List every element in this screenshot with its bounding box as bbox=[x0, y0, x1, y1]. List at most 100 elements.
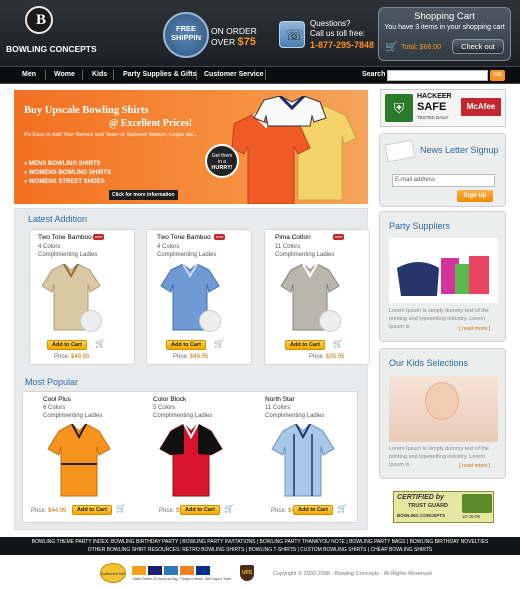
email-field[interactable]: E-mail address bbox=[392, 174, 495, 187]
search-input[interactable] bbox=[387, 70, 488, 81]
banner-bullet: » WOMENS STREET SHOES bbox=[24, 179, 105, 185]
cart-title[interactable]: Shopping Cart bbox=[379, 11, 510, 22]
ship-over: OVER bbox=[211, 37, 236, 47]
banner-subtitle: It's Easy to Add Your Names and Team or … bbox=[24, 132, 197, 138]
product-image[interactable] bbox=[270, 424, 336, 498]
ship-amount: $75 bbox=[237, 36, 256, 48]
add-to-cart-button[interactable]: Add to Cart bbox=[47, 340, 87, 350]
amex-icon bbox=[163, 566, 178, 575]
product-card[interactable]: Two Tone Bamboo new 4 Colors Complimenti… bbox=[29, 229, 135, 365]
authorize-net-seal[interactable]: Authorize.Net bbox=[100, 563, 126, 583]
add-to-cart-button[interactable]: Add to Cart bbox=[285, 340, 325, 350]
trust-guard-badge[interactable]: CERTIFIED by TRUST GUARD BOWLING CONCEPT… bbox=[393, 491, 494, 523]
nav-item-kids[interactable]: Kids bbox=[92, 67, 107, 83]
copyright-text: Copyright © 2002-2008 - Bowling Concepts… bbox=[273, 571, 432, 577]
party-suppliers-title[interactable]: Party Suppliers bbox=[389, 221, 450, 231]
mcafee-logo: McAfee bbox=[461, 98, 501, 116]
envelope-icon bbox=[384, 139, 416, 163]
cart-icon: 🛒 bbox=[385, 42, 398, 53]
hacker-safe-badge[interactable]: ⛨ HACKEER SAFE TESTED DAILY McAfee bbox=[380, 89, 506, 127]
search-go-button[interactable]: GO bbox=[490, 70, 505, 81]
product-card[interactable]: Pima Cotton new 11 Colors Complimenting … bbox=[264, 229, 370, 365]
party-suppliers-box: Party Suppliers Lorem Ipsum is simply du… bbox=[379, 211, 506, 342]
nav-item-women[interactable]: Wome bbox=[54, 67, 75, 83]
order-note: Order Online 24 Hours a Day, 7 Days a We… bbox=[132, 577, 232, 581]
kids-image[interactable] bbox=[389, 376, 498, 442]
product-price: Price: $48.95 bbox=[173, 354, 209, 360]
product-name[interactable]: Two Tone Bamboo bbox=[157, 234, 211, 241]
call-question: Questions? bbox=[310, 19, 351, 28]
footer-links-line2[interactable]: OTHER BOWLING SHIRT RESOURCES: RETRO BOW… bbox=[0, 547, 520, 553]
kids-selections-title[interactable]: Our Kids Selections bbox=[389, 358, 468, 368]
banner-more-button[interactable]: Click for more information bbox=[109, 190, 178, 200]
add-to-cart-button[interactable]: Add to Cart bbox=[293, 505, 333, 515]
product-colors: 5 Colors bbox=[153, 405, 176, 411]
product-colors: 4 Colors bbox=[38, 244, 61, 250]
trust-line1: CERTIFIED by bbox=[397, 494, 444, 501]
hacker-safe-line3: TESTED DAILY bbox=[417, 115, 449, 120]
party-read-more-link[interactable]: [ read more ] bbox=[459, 326, 490, 332]
product-name[interactable]: Pima Cotton bbox=[275, 234, 311, 241]
cart-message: You have 3 items in your shopping cart bbox=[384, 24, 505, 31]
cart-icon: 🛒 bbox=[214, 339, 224, 348]
banner-title-line2: @ Excellent Prices! bbox=[109, 118, 193, 129]
search-label: Search bbox=[362, 71, 386, 78]
product-name[interactable]: Color Block bbox=[153, 396, 186, 403]
product-price: Price: $44.95 bbox=[31, 508, 67, 514]
newsletter-title: News Letter Signup bbox=[420, 145, 499, 155]
product-ladies: Complimenting Ladies bbox=[275, 252, 335, 258]
product-image[interactable] bbox=[158, 424, 224, 498]
site-logo[interactable]: B BOWLING CONCEPTS bbox=[6, 4, 97, 62]
product-name[interactable]: Two Tone Bamboo bbox=[38, 234, 92, 241]
logo-mark: B bbox=[35, 12, 46, 28]
add-to-cart-button[interactable]: Add to Cart bbox=[166, 340, 206, 350]
promo-banner[interactable]: Buy Upscale Bowling Shirts @ Excellent P… bbox=[14, 90, 368, 204]
footer-links-line1[interactable]: BOWLING THEME PARTY INDEX: BOWLING BIRTH… bbox=[0, 539, 520, 545]
logo-emblem: B bbox=[25, 6, 53, 34]
hacker-safe-line2: SAFE bbox=[417, 101, 447, 113]
checkout-button[interactable]: Check out bbox=[452, 39, 504, 54]
product-image[interactable] bbox=[46, 424, 112, 498]
phone-number[interactable]: 1-877-295-7848 bbox=[310, 40, 374, 50]
trust-line2: TRUST GUARD bbox=[408, 503, 449, 509]
product-name[interactable]: Cool Plus bbox=[43, 396, 71, 403]
visa-icon bbox=[147, 566, 162, 575]
nav-item-men[interactable]: Men bbox=[22, 67, 36, 83]
trust-date: 10-26-08 bbox=[462, 514, 481, 519]
new-badge: new bbox=[93, 234, 105, 240]
shopping-cart-box: Shopping Cart You have 3 items in your s… bbox=[378, 7, 511, 61]
kids-selections-box: Our Kids Selections Lorem Ipsum is simpl… bbox=[379, 348, 506, 479]
cart-icon: 🛒 bbox=[95, 339, 105, 348]
product-colors: 11 Colors bbox=[265, 405, 291, 411]
nav-item-customer-service[interactable]: Customer Service bbox=[204, 67, 264, 83]
logo-text: BOWLING CONCEPTS bbox=[6, 44, 97, 54]
cart-icon: 🛒 bbox=[224, 504, 234, 513]
kids-read-more-link[interactable]: [ read more ] bbox=[459, 463, 490, 469]
party-image[interactable] bbox=[389, 238, 498, 303]
banner-title: Buy Upscale Bowling Shirts bbox=[24, 105, 149, 116]
site-header: B BOWLING CONCEPTS FREE SHIPPIN ON ORDER… bbox=[0, 0, 520, 66]
product-card[interactable]: Two Tone Bamboo new 4 Colors Complimenti… bbox=[146, 229, 252, 365]
payment-cards-icons bbox=[132, 566, 220, 575]
new-badge: new bbox=[214, 234, 226, 240]
paypal-icon bbox=[195, 566, 210, 575]
product-name[interactable]: North Star bbox=[265, 396, 295, 403]
product-ladies: Complimenting Ladies bbox=[157, 252, 217, 258]
product-ladies: Complimenting Ladies bbox=[153, 413, 213, 419]
add-to-cart-button[interactable]: Add to Cart bbox=[180, 505, 220, 515]
ship-over-line: OVER $75 bbox=[211, 36, 256, 48]
product-price: Price: $35.95 bbox=[309, 354, 345, 360]
nav-item-party-supplies[interactable]: Party Supplies & Gifts bbox=[123, 67, 197, 83]
call-toll-label: Call us toll free: bbox=[310, 29, 366, 38]
product-ladies: Complimenting Ladies bbox=[38, 252, 98, 258]
free-shipping-badge: FREE SHIPPIN bbox=[163, 12, 209, 58]
hurry-badge: Get them in a HURRY! bbox=[205, 144, 239, 178]
add-to-cart-button[interactable]: Add to Cart bbox=[72, 505, 112, 515]
nav-divider bbox=[113, 70, 114, 80]
trust-guard-icon bbox=[462, 494, 492, 513]
product-colors: 4 Colors bbox=[157, 244, 180, 250]
nav-divider bbox=[265, 70, 266, 80]
phone-icon-box: ☏ bbox=[279, 21, 305, 48]
newsletter-box: News Letter Signup E-mail address Sign U… bbox=[379, 133, 506, 207]
signup-button[interactable]: Sign Up bbox=[457, 190, 493, 202]
